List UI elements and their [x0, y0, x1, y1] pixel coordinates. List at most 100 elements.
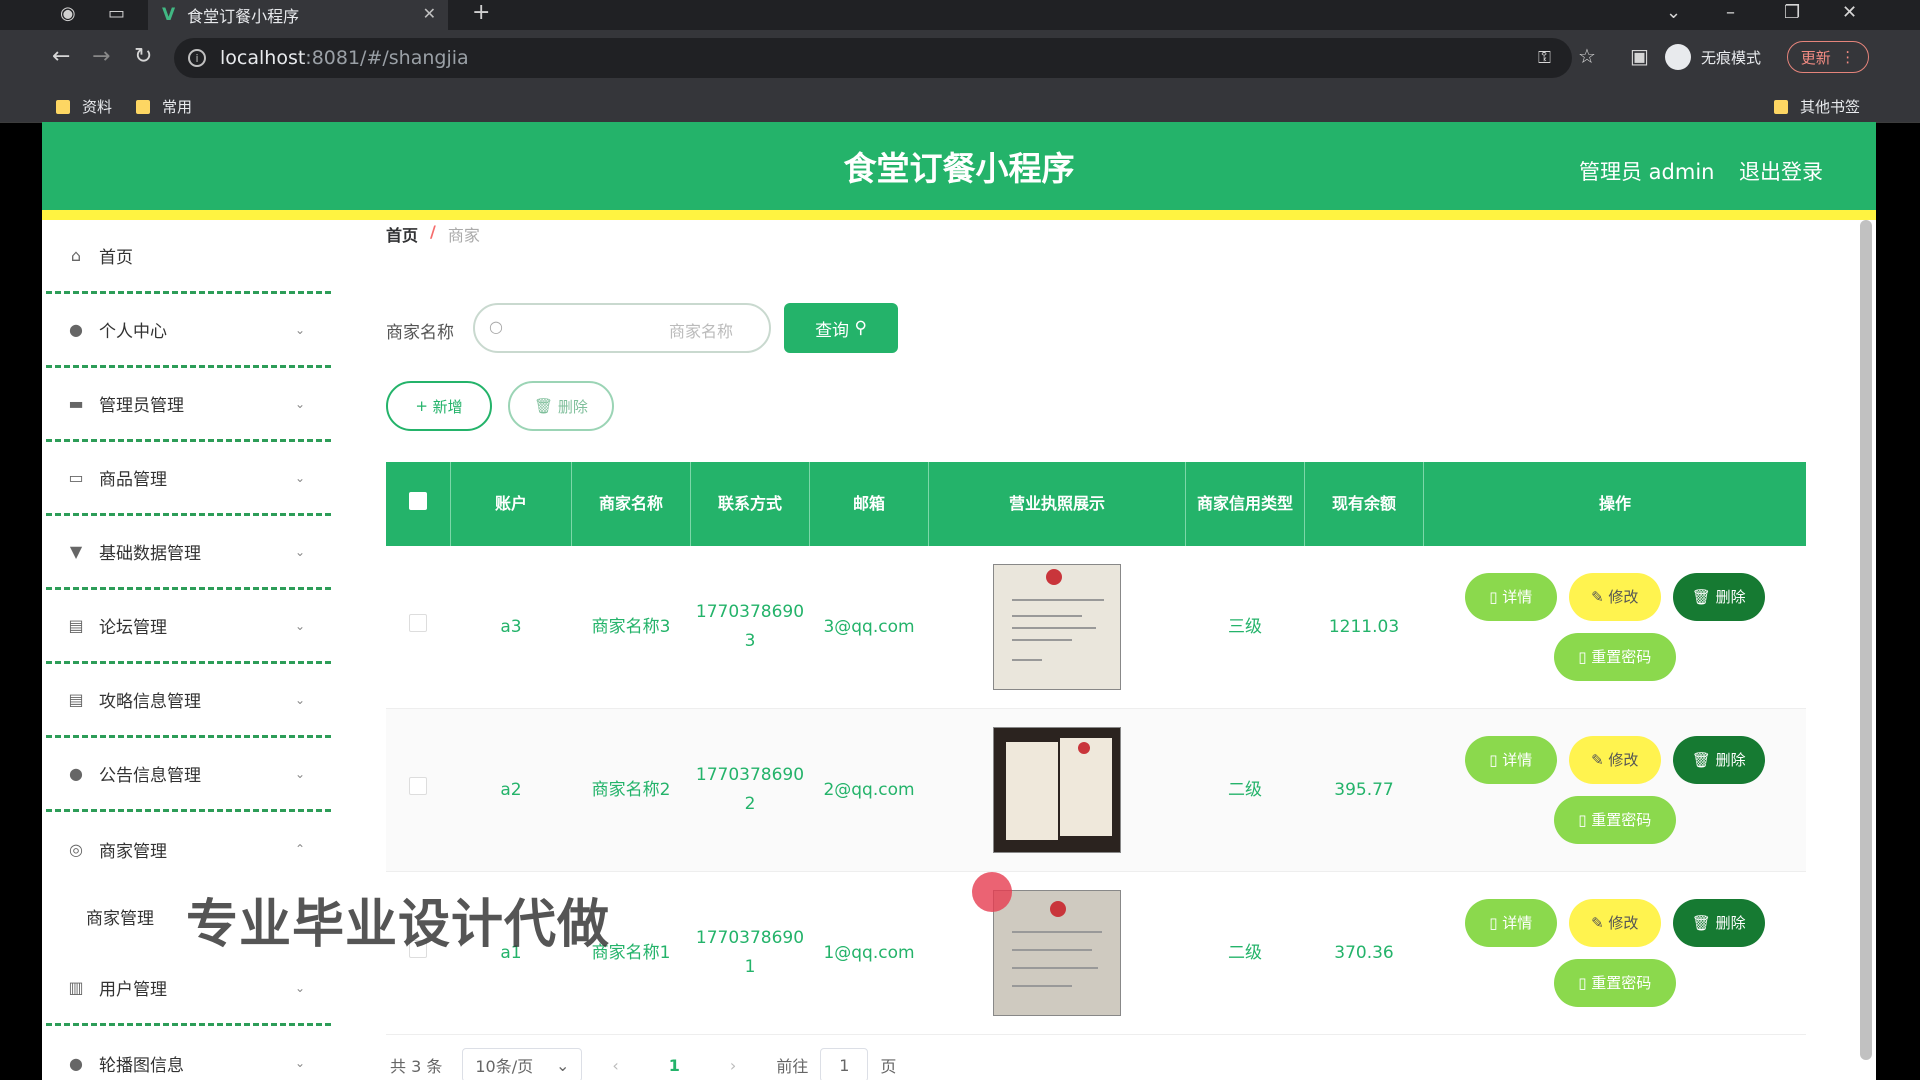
user-icon: ●	[69, 320, 83, 339]
bookmark-star-icon[interactable]: ☆	[1578, 44, 1596, 68]
seal-icon	[1050, 901, 1066, 917]
cell-operations: ▯ 详情 ✎ 修改 🗑 删除 ▯ 重置密码	[1423, 708, 1806, 872]
menu-label: 轮播图信息	[99, 1055, 184, 1076]
side-panel-icon[interactable]: ▣	[1630, 44, 1649, 68]
cell-merchant-name: 商家名称2	[571, 708, 691, 872]
chevron-down-icon: ⌄	[294, 980, 305, 995]
tab-search-icon[interactable]: ▭	[108, 3, 125, 24]
sidebar-item-home[interactable]: ⌂ 首页	[46, 220, 331, 294]
forward-icon[interactable]: →	[92, 44, 110, 69]
page-scrollbar[interactable]	[1860, 220, 1872, 1060]
license-image[interactable]	[993, 727, 1121, 853]
breadcrumb-home[interactable]: 首页	[386, 222, 418, 246]
site-info-icon[interactable]: i	[188, 49, 206, 67]
row-checkbox[interactable]	[409, 776, 428, 795]
address-bar[interactable]: i localhost:8081/#/shangjia	[174, 38, 1572, 78]
key-icon[interactable]: ⚿	[1538, 48, 1551, 68]
sidebar-item-carousel[interactable]: ● 轮播图信息 ⌄	[46, 1026, 331, 1080]
logout-link[interactable]: 退出登录	[1739, 156, 1823, 186]
tab-list-icon[interactable]: ⌄	[1666, 2, 1681, 23]
license-image[interactable]	[993, 890, 1121, 1016]
chevron-down-icon: ⌄	[294, 470, 305, 485]
sidebar-item-admin-management[interactable]: ▬ 管理员管理 ⌄	[46, 368, 331, 442]
chevron-up-icon: ⌃	[294, 842, 305, 856]
search-input[interactable]: ○ 商家名称	[473, 303, 771, 353]
reload-icon[interactable]: ↻	[134, 44, 152, 69]
reset-label: 重置密码	[1591, 973, 1652, 992]
col-merchant-name: 商家名称	[571, 462, 691, 546]
select-all-checkbox[interactable]	[409, 491, 427, 510]
goto-input[interactable]: 1	[820, 1048, 869, 1080]
sidebar-item-basic-data[interactable]: ▼ 基础数据管理 ⌄	[46, 516, 331, 590]
bookmark-folder-2[interactable]: 常用	[136, 96, 192, 117]
goto-value: 1	[839, 1055, 850, 1075]
cell-credit: 三级	[1185, 546, 1305, 709]
col-email: 邮箱	[809, 462, 929, 546]
sidebar-item-guide-info[interactable]: ▤ 攻略信息管理 ⌄	[46, 664, 331, 738]
batch-delete-button[interactable]: 🗑 删除	[508, 381, 614, 431]
incognito-indicator[interactable]: 无痕模式	[1665, 44, 1761, 70]
cell-merchant-name: 商家名称3	[571, 546, 691, 709]
prev-page-icon[interactable]: ‹	[612, 1056, 618, 1075]
license-image[interactable]	[993, 564, 1121, 690]
edit-button[interactable]: ✎ 修改	[1568, 899, 1661, 947]
detail-button[interactable]: ▯ 详情	[1464, 573, 1557, 621]
restore-icon[interactable]: ❐	[1784, 2, 1800, 23]
col-license: 营业执照展示	[928, 462, 1186, 546]
row-checkbox[interactable]	[409, 613, 428, 632]
detail-button[interactable]: ▯ 详情	[1464, 736, 1557, 784]
detail-button[interactable]: ▯ 详情	[1464, 899, 1557, 947]
cursor-indicator	[972, 872, 1012, 912]
sidebar-item-user-management[interactable]: ▥ 用户管理 ⌄	[46, 952, 331, 1026]
new-tab-button[interactable]: +	[472, 0, 490, 25]
menu-label: 商品管理	[99, 470, 167, 490]
col-credit-type: 商家信用类型	[1185, 462, 1305, 546]
home-icon: ⌂	[70, 246, 82, 265]
chat-icon: ▭	[68, 468, 84, 487]
update-button[interactable]: 更新 ⋮	[1787, 41, 1869, 73]
cell-account: a2	[450, 708, 572, 872]
bookmark-label: 常用	[162, 98, 193, 116]
browser-menu-icon[interactable]: ◉	[60, 3, 76, 24]
page-suffix: 页	[880, 1057, 897, 1076]
reset-password-button[interactable]: ▯ 重置密码	[1553, 633, 1676, 681]
page-size-value: 10条/页	[475, 1057, 534, 1076]
delete-button[interactable]: 🗑 删除	[1672, 736, 1765, 784]
sidebar-item-merchant-management[interactable]: ◎ 商家管理 ⌃	[46, 812, 331, 886]
seal-icon	[1046, 569, 1062, 585]
reset-password-button[interactable]: ▯ 重置密码	[1553, 796, 1676, 844]
close-window-icon[interactable]: ✕	[1842, 2, 1857, 23]
next-page-icon[interactable]: ›	[730, 1056, 736, 1075]
list-icon: ▤	[68, 690, 84, 709]
search-icon: ○	[489, 317, 503, 336]
cell-license	[928, 871, 1186, 1035]
minimize-icon[interactable]: –	[1726, 2, 1735, 23]
sidebar-item-notice-info[interactable]: ● 公告信息管理 ⌄	[46, 738, 331, 812]
tab-close-icon[interactable]: ✕	[423, 4, 436, 23]
sidebar-item-forum[interactable]: ▤ 论坛管理 ⌄	[46, 590, 331, 664]
delete-label: 删除	[1715, 750, 1746, 769]
watermark-text: 专业毕业设计代做	[186, 895, 611, 955]
reset-password-button[interactable]: ▯ 重置密码	[1553, 959, 1676, 1007]
add-button[interactable]: + 新增	[386, 381, 492, 431]
browser-tab[interactable]: V 食堂订餐小程序 ✕	[148, 0, 448, 30]
back-icon[interactable]: ←	[52, 44, 70, 69]
menu-label: 公告信息管理	[99, 766, 201, 786]
sidebar-item-personal-center[interactable]: ● 个人中心 ⌄	[46, 294, 331, 368]
other-bookmarks[interactable]: 其他书签	[1774, 96, 1860, 117]
current-page[interactable]: 1	[669, 1056, 680, 1075]
cell-operations: ▯ 详情 ✎ 修改 🗑 删除 ▯ 重置密码	[1423, 871, 1806, 1035]
edit-button[interactable]: ✎ 修改	[1568, 573, 1661, 621]
sidebar-item-goods-management[interactable]: ▭ 商品管理 ⌄	[46, 442, 331, 516]
bookmark-folder-1[interactable]: 资料	[56, 96, 112, 117]
delete-button[interactable]: 🗑 删除	[1672, 899, 1765, 947]
query-button[interactable]: 查询 ⚲	[784, 303, 898, 353]
sidebar-subitem-merchant-management[interactable]: 商家管理	[86, 904, 154, 929]
add-label: 新增	[432, 397, 463, 416]
page-size-select[interactable]: 10条/页 ⌄	[462, 1048, 583, 1080]
edit-button[interactable]: ✎ 修改	[1568, 736, 1661, 784]
incognito-label: 无痕模式	[1701, 48, 1762, 67]
select-all-cell	[386, 462, 451, 546]
delete-button[interactable]: 🗑 删除	[1672, 573, 1765, 621]
location-icon: ●	[69, 764, 83, 783]
